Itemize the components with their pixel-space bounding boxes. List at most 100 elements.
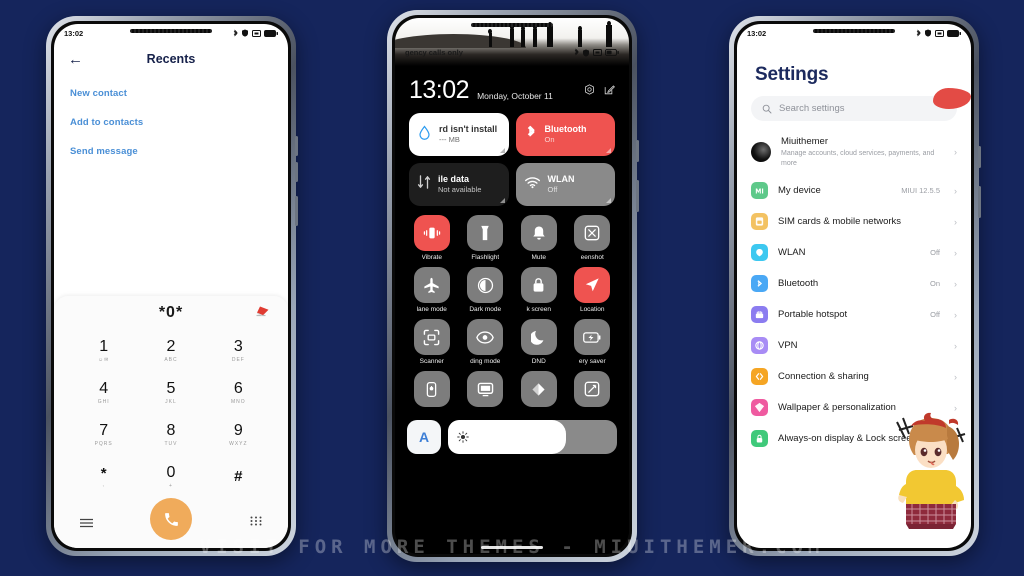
key-star[interactable]: *, bbox=[70, 456, 137, 498]
keypad-grid[interactable]: 1 ☺✉ 2 ABC 3 DEF 4 GHI 5 JKL 6 MNO 7 PQRS 8 TUV 9 WXYZ *, 0… bbox=[54, 330, 288, 500]
settings-row-wlan[interactable]: WLAN Off › bbox=[737, 237, 971, 268]
expand-corner-icon[interactable] bbox=[499, 198, 505, 203]
key-6[interactable]: 6 MNO bbox=[205, 372, 272, 414]
toggle-ery-saver[interactable]: ery saver bbox=[568, 319, 618, 365]
action-add-to-contacts[interactable]: Add to contacts bbox=[70, 117, 274, 128]
sync-icon bbox=[520, 371, 557, 407]
settings-row-bluetooth[interactable]: Bluetooth On › bbox=[737, 268, 971, 299]
toggle-lane-mode[interactable]: lane mode bbox=[407, 267, 457, 313]
settings-row-value: Off bbox=[930, 248, 940, 258]
key-1[interactable]: 1 ☺✉ bbox=[70, 330, 137, 372]
key-7[interactable]: 7 PQRS bbox=[70, 414, 137, 456]
chevron-right-icon: › bbox=[954, 371, 957, 382]
big-tiles-grid[interactable]: rd isn't install --- MB Bluetooth On ile dat… bbox=[395, 103, 629, 206]
phone-mockup-dialer: 13:02 ← Recents New contact Add to conta… bbox=[46, 16, 298, 556]
home-indicator[interactable] bbox=[481, 546, 543, 549]
toggles-grid[interactable]: Vibrate Flashlight Mute eenshot lane mode Dar… bbox=[395, 206, 629, 410]
volume-up-button[interactable] bbox=[295, 136, 298, 156]
toggle-eenshot[interactable]: eenshot bbox=[568, 215, 618, 261]
settings-row-connection-sharing[interactable]: Connection & sharing › bbox=[737, 361, 971, 392]
action-new-contact[interactable]: New contact bbox=[70, 88, 274, 99]
settings-row-label: My device bbox=[778, 184, 821, 196]
tile-subtitle: --- MB bbox=[439, 135, 460, 145]
key-9[interactable]: 9 WXYZ bbox=[205, 414, 272, 456]
status-icons bbox=[574, 48, 619, 57]
key-digit: 1 bbox=[99, 338, 109, 356]
settings-row-portable-hotspot[interactable]: Portable hotspot Off › bbox=[737, 299, 971, 330]
status-bar: 13:02 bbox=[737, 24, 971, 42]
key-2[interactable]: 2 ABC bbox=[137, 330, 204, 372]
toggle-ding-mode[interactable]: ding mode bbox=[461, 319, 511, 365]
toggle-label: ding mode bbox=[470, 358, 501, 365]
app-header: ← Recents bbox=[68, 42, 274, 76]
expand-corner-icon[interactable] bbox=[606, 198, 611, 203]
key-3[interactable]: 3 DEF bbox=[205, 330, 272, 372]
auto-brightness-button[interactable]: A bbox=[407, 420, 441, 454]
edit-icon[interactable] bbox=[604, 82, 615, 100]
tile-title: ile data bbox=[438, 174, 470, 185]
settings-gear-icon[interactable] bbox=[584, 82, 595, 100]
power-button[interactable] bbox=[295, 196, 298, 226]
key-hash[interactable]: # bbox=[205, 456, 272, 498]
menu-icon[interactable] bbox=[80, 515, 93, 533]
toggle-mute[interactable]: Mute bbox=[514, 215, 564, 261]
chevron-right-icon: › bbox=[954, 185, 957, 196]
toggle-power[interactable] bbox=[407, 371, 457, 410]
battery-icon bbox=[264, 29, 278, 37]
volume-rocker-button[interactable] bbox=[978, 146, 981, 168]
toggle-label: DND bbox=[531, 358, 546, 365]
tile-ile-data[interactable]: ile data Not available bbox=[409, 163, 509, 206]
erase-icon[interactable] bbox=[254, 305, 270, 323]
toggle-k-screen[interactable]: k screen bbox=[514, 267, 564, 313]
action-send-message[interactable]: Send message bbox=[70, 146, 274, 157]
wifi-icon bbox=[524, 176, 541, 194]
toggle-label: Mute bbox=[531, 254, 546, 261]
toggle-label: eenshot bbox=[580, 254, 604, 261]
vibrate-icon bbox=[413, 215, 450, 251]
bluetooth-icon bbox=[751, 275, 768, 293]
toggle-location[interactable]: Location bbox=[568, 267, 618, 313]
settings-row-my-device[interactable]: My device MIUI 12.5.5 › bbox=[737, 175, 971, 206]
toggle-flashlight[interactable]: Flashlight bbox=[461, 215, 511, 261]
volume-down-button[interactable] bbox=[295, 162, 298, 182]
tile-bluetooth[interactable]: Bluetooth On bbox=[515, 113, 615, 156]
toggle-dark-mode[interactable]: Dark mode bbox=[461, 267, 511, 313]
expand-corner-icon[interactable] bbox=[499, 148, 505, 153]
toggle-sync[interactable] bbox=[514, 371, 564, 410]
toggle-vibrate[interactable]: Vibrate bbox=[407, 215, 457, 261]
brightness-slider[interactable] bbox=[448, 420, 617, 454]
key-4[interactable]: 4 GHI bbox=[70, 372, 137, 414]
search-icon bbox=[762, 104, 772, 113]
mobile-data-icon bbox=[417, 174, 431, 195]
key-5[interactable]: 5 JKL bbox=[137, 372, 204, 414]
settings-row-value: On bbox=[929, 279, 940, 289]
tile-wlan[interactable]: WLAN Off bbox=[515, 163, 615, 206]
expand-corner-icon[interactable] bbox=[606, 148, 611, 153]
settings-row-miuithemer[interactable]: Miuithemer Manage accounts, cloud service… bbox=[737, 129, 971, 175]
key-letters: PQRS bbox=[94, 440, 113, 447]
brightness-row: A bbox=[395, 410, 629, 454]
search-input[interactable]: Search settings bbox=[751, 96, 957, 121]
silhouette-person bbox=[533, 29, 538, 47]
quick-actions-list: New contact Add to contacts Send message bbox=[68, 76, 274, 157]
settings-row-vpn[interactable]: VPN › bbox=[737, 330, 971, 361]
power-button[interactable] bbox=[636, 180, 639, 212]
toggle-cast-screen[interactable] bbox=[461, 371, 511, 410]
call-button[interactable] bbox=[150, 498, 192, 540]
avatar bbox=[751, 142, 771, 163]
status-time: 13:02 bbox=[747, 28, 767, 38]
toggle-rotate[interactable] bbox=[568, 371, 618, 410]
toggle-scanner[interactable]: Scanner bbox=[407, 319, 457, 365]
dialed-number-display[interactable]: *0* bbox=[54, 296, 288, 330]
settings-row-sim-cards-mobile-networks[interactable]: SIM cards & mobile networks › bbox=[737, 206, 971, 237]
toggle-dnd[interactable]: DND bbox=[514, 319, 564, 365]
toggle-label: Flashlight bbox=[471, 254, 500, 261]
bluetooth-icon bbox=[574, 48, 579, 56]
power-button[interactable] bbox=[978, 186, 981, 218]
toggle-label: ery saver bbox=[578, 358, 606, 365]
tile-rd-isn-t-install[interactable]: rd isn't install --- MB bbox=[409, 113, 509, 156]
key-8[interactable]: 8 TUV bbox=[137, 414, 204, 456]
key-0[interactable]: 0 + bbox=[137, 456, 204, 498]
keypad-toggle-icon[interactable] bbox=[250, 515, 262, 533]
volume-rocker-button[interactable] bbox=[636, 140, 639, 162]
